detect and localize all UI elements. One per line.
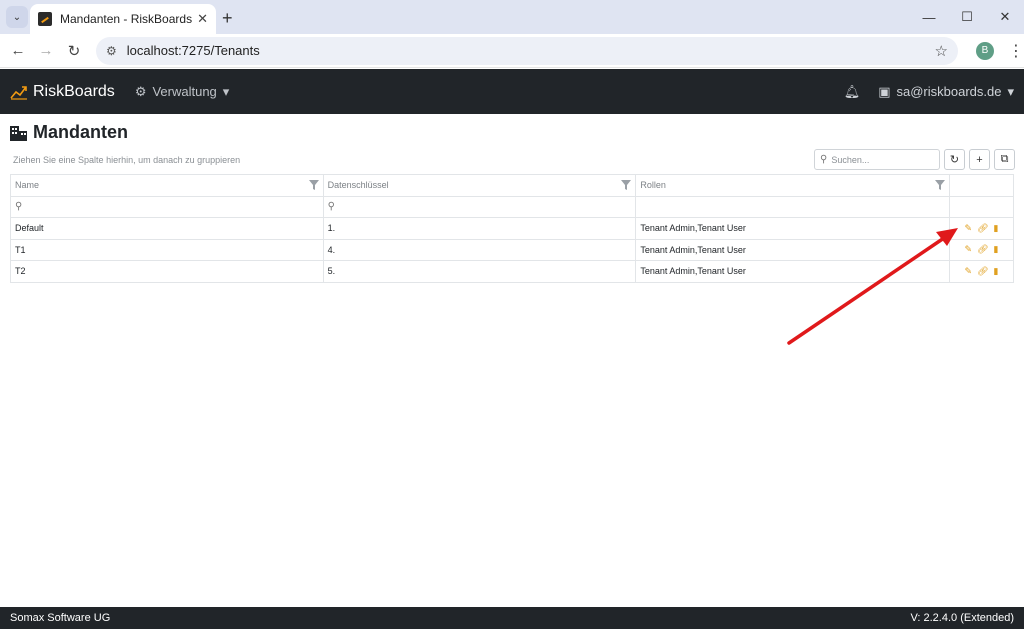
nav-menu-verwaltung[interactable]: ⚙ Verwaltung ▾ (135, 84, 230, 100)
bell-icon[interactable]: 🔔︎ (844, 84, 861, 100)
column-header-label: Datenschlüssel (327, 180, 389, 191)
search-icon: ⚲ (15, 201, 23, 213)
tab-title: Mandanten - RiskBoards (60, 12, 193, 26)
cell-name: T2 (10, 260, 324, 283)
window-controls: — ☐ ✕ (910, 0, 1024, 34)
caret-down-icon: ▾ (222, 83, 230, 99)
forward-arrow-icon[interactable]: → (32, 42, 60, 59)
cell-roles: Tenant Admin,Tenant User (635, 260, 950, 283)
column-chooser-icon: ⧉ (1000, 153, 1009, 165)
cell-name: Default (10, 217, 324, 240)
cell-roles: Tenant Admin,Tenant User (635, 238, 950, 261)
cell-key: 4. (322, 238, 637, 261)
close-window-button[interactable]: ✕ (986, 0, 1024, 34)
minimize-button[interactable]: — (910, 0, 948, 34)
column-header-roles[interactable]: Rollen (635, 174, 950, 197)
link-icon[interactable]: 🔗︎ (977, 244, 988, 255)
cell-actions: ✎ 🔗︎ ▮ (949, 238, 1014, 261)
filter-icon[interactable] (621, 180, 632, 190)
filter-cell-name[interactable]: ⚲ (10, 195, 324, 218)
user-menu[interactable]: ▣ sa@riskboards.de ▾ (878, 84, 1014, 100)
brand-name[interactable]: RiskBoards (33, 83, 115, 101)
column-header-name[interactable]: Name (10, 174, 324, 197)
link-icon[interactable]: 🔗︎ (977, 266, 988, 277)
url-text[interactable]: localhost:7275/Tenants (127, 43, 935, 58)
cell-actions: ✎ 🔗︎ ▮ (949, 217, 1014, 240)
nav-menu-label: Verwaltung (152, 84, 217, 99)
site-settings-icon[interactable]: ⚙ (106, 44, 117, 58)
search-input[interactable]: ⚲ Suchen... (814, 149, 940, 170)
back-arrow-icon[interactable]: ← (4, 42, 32, 59)
browser-menu-icon[interactable]: ⋮ (1008, 41, 1024, 61)
company-name: Somax Software UG (10, 612, 111, 624)
cell-key: 5. (322, 260, 637, 283)
column-chooser-button[interactable]: ⧉ (994, 149, 1015, 170)
new-tab-button[interactable]: + (222, 8, 233, 29)
filter-icon[interactable] (935, 180, 945, 190)
filter-row: ⚲ ⚲ (10, 195, 1014, 218)
cell-roles: Tenant Admin,Tenant User (635, 217, 950, 240)
cell-actions: ✎ 🔗︎ ▮ (949, 260, 1014, 283)
filter-cell-actions (949, 195, 1014, 218)
column-header-label: Rollen (640, 180, 666, 191)
table-row[interactable]: T2 5. Tenant Admin,Tenant User ✎ 🔗︎ ▮ (10, 260, 1014, 283)
filter-cell-roles[interactable] (635, 195, 950, 218)
edit-pencil-icon[interactable]: ✎ (965, 266, 973, 277)
user-card-icon: ▣ (878, 83, 891, 99)
refresh-button[interactable]: ↻ (944, 149, 965, 170)
version-label: V: 2.2.4.0 (Extended) (910, 612, 1014, 624)
riskboards-favicon-icon (38, 12, 52, 26)
plus-icon: + (976, 153, 983, 166)
page-header: Mandanten (10, 122, 128, 143)
filter-cell-key[interactable]: ⚲ (322, 195, 637, 218)
group-panel-hint[interactable]: Ziehen Sie eine Spalte hierhin, um danac… (13, 155, 240, 165)
refresh-icon: ↻ (949, 154, 960, 166)
edit-pencil-icon[interactable]: ✎ (965, 223, 973, 234)
app-navbar: RiskBoards ⚙ Verwaltung ▾ 🔔︎ ▣ sa@riskbo… (0, 69, 1024, 114)
search-icon: ⚲ (820, 154, 828, 165)
address-bar: ← → ↻ ⚙ localhost:7275/Tenants ☆ B ⋮ (0, 34, 1024, 68)
gear-icon: ⚙ (134, 83, 147, 99)
edit-pencil-icon[interactable]: ✎ (965, 244, 973, 255)
column-header-key[interactable]: Datenschlüssel (322, 174, 637, 197)
chart-trend-icon (10, 84, 28, 100)
trash-icon[interactable]: ▮ (994, 266, 999, 277)
search-placeholder: Suchen... (831, 154, 870, 165)
bookmark-star-icon[interactable]: ☆ (935, 42, 948, 60)
close-tab-icon[interactable]: ✕ (197, 11, 208, 27)
omnibox[interactable]: ⚙ localhost:7275/Tenants ☆ (96, 36, 958, 65)
tenants-grid: Name Datenschlüssel Rollen ⚲ ⚲ Default 1… (10, 174, 1014, 283)
header-row: Name Datenschlüssel Rollen (10, 174, 1014, 197)
trash-icon[interactable]: ▮ (994, 244, 999, 255)
link-icon[interactable]: 🔗︎ (977, 223, 988, 234)
caret-down-icon: ▾ (1007, 83, 1014, 99)
profile-avatar[interactable]: B (976, 41, 994, 60)
column-header-actions (949, 174, 1014, 197)
column-header-label: Name (15, 180, 40, 191)
search-icon: ⚲ (327, 201, 335, 213)
page-title: Mandanten (33, 122, 129, 142)
trash-icon[interactable]: ▮ (994, 223, 999, 234)
table-row[interactable]: Default 1. Tenant Admin,Tenant User ✎ 🔗︎… (10, 217, 1014, 240)
cell-name: T1 (10, 238, 324, 261)
reload-icon[interactable]: ↻ (60, 42, 88, 60)
add-button[interactable]: + (969, 149, 990, 170)
grid-toolbar: ⚲ Suchen... ↻ + ⧉ (814, 149, 1015, 170)
building-icon (10, 125, 27, 141)
filter-icon[interactable] (308, 180, 319, 190)
app-footer: Somax Software UG V: 2.2.4.0 (Extended) (0, 607, 1024, 629)
browser-tab[interactable]: Mandanten - RiskBoards ✕ (30, 4, 216, 34)
table-row[interactable]: T1 4. Tenant Admin,Tenant User ✎ 🔗︎ ▮ (10, 238, 1014, 261)
user-email: sa@riskboards.de (896, 84, 1002, 99)
browser-tabstrip: ⌄ Mandanten - RiskBoards ✕ + — ☐ ✕ (0, 0, 1024, 34)
cell-key: 1. (322, 217, 637, 240)
tab-list-button[interactable]: ⌄ (6, 6, 28, 28)
maximize-button[interactable]: ☐ (948, 0, 986, 34)
